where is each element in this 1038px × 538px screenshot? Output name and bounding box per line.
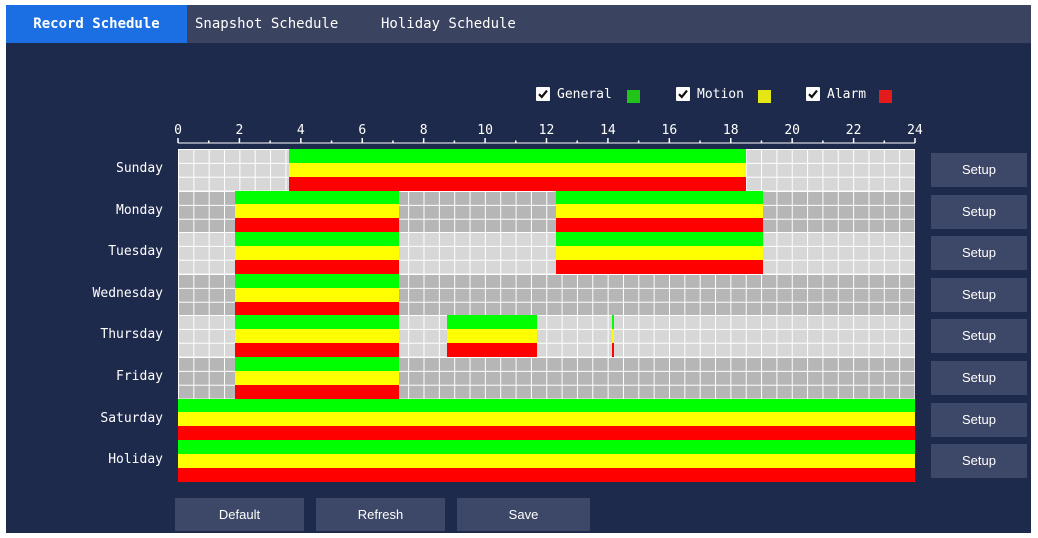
general-period-bar[interactable]: [555, 190, 763, 205]
motion-period-bar[interactable]: [555, 246, 763, 260]
general-period-bar[interactable]: [288, 149, 747, 163]
schedule-row-holiday[interactable]: [178, 440, 915, 482]
general-period-bar[interactable]: [555, 232, 763, 247]
setup-button-thursday[interactable]: Setup: [931, 319, 1027, 354]
alarm-period-bar[interactable]: [234, 384, 400, 399]
refresh-button[interactable]: Refresh: [316, 498, 445, 531]
schedule-row-friday[interactable]: [178, 357, 915, 399]
day-label-monday: Monday: [116, 202, 163, 218]
motion-period-bar[interactable]: [234, 370, 400, 385]
schedule-row-tuesday[interactable]: [178, 232, 915, 274]
schedule-row-monday[interactable]: [178, 190, 915, 233]
general-period-bar[interactable]: [234, 190, 400, 205]
alarm-period-bar[interactable]: [178, 467, 915, 482]
motion-period-bar[interactable]: [446, 329, 538, 344]
general-period-bar[interactable]: [178, 440, 915, 455]
setup-button-saturday[interactable]: Setup: [931, 402, 1027, 437]
tick-label: 14: [600, 123, 616, 138]
schedule-row-wednesday[interactable]: [178, 273, 915, 316]
motion-period-bar[interactable]: [555, 204, 763, 219]
alarm-period-bar[interactable]: [555, 218, 763, 233]
tick-label: 20: [784, 123, 800, 138]
schedule-row-thursday[interactable]: [178, 315, 915, 357]
alarm-period-bar[interactable]: [446, 343, 538, 357]
tick-label: 4: [296, 123, 305, 138]
general-period-bar[interactable]: [234, 357, 400, 371]
setup-button-monday[interactable]: Setup: [931, 194, 1027, 229]
hour-axis: [177, 138, 916, 144]
day-label-holiday: Holiday: [108, 452, 163, 468]
tick-label: 8: [419, 123, 428, 138]
setup-button-friday[interactable]: Setup: [931, 361, 1027, 395]
general-period-bar[interactable]: [234, 273, 400, 288]
tick-label: 18: [722, 123, 739, 138]
tick-label: 12: [538, 123, 555, 138]
tick-label: 10: [477, 123, 493, 138]
record-schedule-panel: Record Schedule Snapshot Schedule Holida…: [6, 5, 1031, 533]
alarm-period-bar[interactable]: [288, 176, 747, 191]
general-period-bar[interactable]: [611, 315, 615, 330]
setup-button-holiday[interactable]: Setup: [931, 444, 1027, 479]
default-button[interactable]: Default: [175, 498, 304, 531]
motion-period-bar[interactable]: [234, 246, 400, 260]
setup-button-wednesday[interactable]: Setup: [931, 277, 1027, 312]
alarm-period-bar[interactable]: [234, 343, 400, 357]
alarm-period-bar[interactable]: [555, 259, 763, 274]
tick-label: 16: [661, 123, 678, 138]
general-period-bar[interactable]: [446, 315, 538, 330]
tick-label: 24: [907, 123, 923, 138]
general-period-bar[interactable]: [234, 315, 400, 330]
tick-label: 0: [174, 123, 182, 138]
setup-button-tuesday[interactable]: Setup: [931, 236, 1027, 271]
alarm-period-bar[interactable]: [234, 301, 400, 316]
day-label-wednesday: Wednesday: [92, 285, 163, 301]
general-period-bar[interactable]: [178, 398, 915, 413]
motion-period-bar[interactable]: [234, 204, 400, 219]
setup-button-sunday[interactable]: Setup: [931, 153, 1027, 187]
alarm-period-bar[interactable]: [611, 343, 615, 357]
motion-period-bar[interactable]: [234, 329, 400, 344]
motion-period-bar[interactable]: [178, 412, 915, 427]
day-label-tuesday: Tuesday: [108, 244, 163, 260]
day-label-saturday: Saturday: [100, 410, 163, 426]
save-button[interactable]: Save: [457, 498, 590, 531]
motion-period-bar[interactable]: [234, 287, 400, 302]
schedule-row-saturday[interactable]: [178, 398, 915, 441]
tick-label: 22: [845, 123, 862, 138]
day-label-sunday: Sunday: [116, 161, 163, 176]
motion-period-bar[interactable]: [611, 329, 615, 344]
motion-period-bar[interactable]: [288, 162, 747, 177]
day-label-friday: Friday: [116, 369, 163, 384]
alarm-period-bar[interactable]: [234, 259, 400, 274]
alarm-period-bar[interactable]: [178, 426, 915, 441]
motion-period-bar[interactable]: [178, 454, 915, 468]
tick-label: 2: [235, 123, 244, 138]
tick-label: 6: [358, 123, 367, 138]
general-period-bar[interactable]: [234, 232, 400, 247]
schedule-row-sunday[interactable]: [178, 149, 915, 191]
schedule-grid[interactable]: [178, 149, 915, 482]
alarm-period-bar[interactable]: [234, 218, 400, 233]
day-label-thursday: Thursday: [100, 327, 163, 343]
